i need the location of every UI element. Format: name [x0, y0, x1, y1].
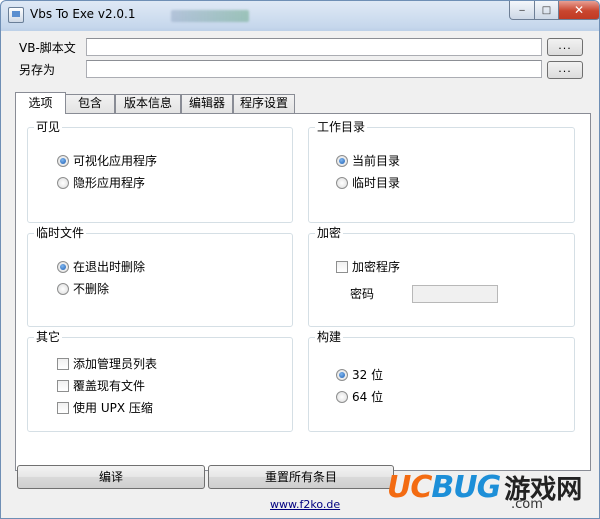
window-title: Vbs To Exe v2.0.1 — [30, 7, 136, 21]
build-64bit-radio[interactable]: 64 位 — [336, 390, 383, 404]
checkbox-unchecked-icon — [57, 380, 69, 392]
current-dir-label: 当前目录 — [352, 154, 401, 168]
encrypt-program-label: 加密程序 — [352, 260, 401, 274]
invisible-app-radio[interactable]: 隐形应用程序 — [57, 176, 145, 190]
workdir-group-title: 工作目录 — [315, 120, 368, 134]
watermark-uc: UC — [387, 469, 432, 505]
radio-selected-icon — [57, 261, 69, 273]
save-as-browse-button[interactable]: ... — [547, 61, 583, 79]
website-link[interactable]: www.f2ko.de — [270, 498, 340, 511]
tempfiles-group-title: 临时文件 — [34, 226, 87, 240]
other-group-title: 其它 — [34, 330, 63, 344]
overwrite-files-checkbox[interactable]: 覆盖现有文件 — [57, 379, 145, 393]
other-group: 其它 添加管理员列表 覆盖现有文件 使用 UPX 压缩 — [27, 330, 293, 432]
delete-on-exit-radio[interactable]: 在退出时删除 — [57, 260, 145, 274]
watermark-logo: UC BUG 游戏网 .com — [387, 459, 599, 515]
visual-app-radio[interactable]: 可视化应用程序 — [57, 154, 157, 168]
radio-unselected-icon — [336, 391, 348, 403]
build-32bit-label: 32 位 — [352, 368, 384, 382]
upx-compress-label: 使用 UPX 压缩 — [73, 401, 153, 415]
radio-selected-icon — [57, 155, 69, 167]
tab-include[interactable]: 包含 — [65, 94, 115, 113]
workdir-group: 工作目录 当前目录 临时目录 — [308, 120, 575, 223]
no-delete-radio[interactable]: 不删除 — [57, 282, 109, 296]
encrypt-group: 加密 加密程序 密码 — [308, 226, 575, 327]
build-32bit-radio[interactable]: 32 位 — [336, 368, 383, 382]
title-bar[interactable]: Vbs To Exe v2.0.1 ‒ □ ✕ — [1, 1, 599, 31]
script-browse-button[interactable]: ... — [547, 38, 583, 56]
current-dir-radio[interactable]: 当前目录 — [336, 154, 400, 168]
encrypt-group-title: 加密 — [315, 226, 344, 240]
build-group-title: 构建 — [315, 330, 344, 344]
tab-options[interactable]: 选项 — [15, 92, 66, 114]
no-delete-label: 不删除 — [73, 282, 110, 296]
visible-group: 可见 可视化应用程序 隐形应用程序 — [27, 120, 293, 223]
tempfiles-group: 临时文件 在退出时删除 不删除 — [27, 226, 293, 327]
build-64bit-label: 64 位 — [352, 390, 384, 404]
radio-unselected-icon — [336, 177, 348, 189]
script-file-label: VB-脚本文 — [19, 41, 76, 55]
tab-editor[interactable]: 编辑器 — [181, 94, 233, 113]
close-button[interactable]: ✕ — [558, 1, 599, 20]
tab-program-settings[interactable]: 程序设置 — [233, 94, 295, 113]
tab-version-info[interactable]: 版本信息 — [115, 94, 181, 113]
client-area: VB-脚本文 ... 另存为 ... 选项 包含 版本信息 编辑器 程序设置 可… — [9, 31, 593, 513]
save-as-label: 另存为 — [19, 63, 56, 77]
password-input[interactable] — [412, 285, 498, 303]
minimize-button[interactable]: ‒ — [509, 1, 535, 20]
watermark-domain: .com — [511, 497, 543, 512]
upx-compress-checkbox[interactable]: 使用 UPX 压缩 — [57, 401, 153, 415]
app-icon — [8, 7, 24, 23]
radio-unselected-icon — [57, 177, 69, 189]
temp-dir-label: 临时目录 — [352, 176, 401, 190]
script-file-input[interactable] — [86, 38, 542, 56]
checkbox-unchecked-icon — [57, 358, 69, 370]
invisible-app-label: 隐形应用程序 — [73, 176, 146, 190]
maximize-button[interactable]: □ — [534, 1, 559, 20]
reset-all-button[interactable]: 重置所有条目 — [208, 465, 394, 489]
build-group: 构建 32 位 64 位 — [308, 330, 575, 432]
overwrite-files-label: 覆盖现有文件 — [73, 379, 146, 393]
checkbox-unchecked-icon — [57, 402, 69, 414]
compile-button[interactable]: 编译 — [17, 465, 205, 489]
options-tab-panel: 可见 可视化应用程序 隐形应用程序 工作目录 当前目录 临时目录 临时文件 在退… — [15, 113, 591, 471]
checkbox-unchecked-icon — [336, 261, 348, 273]
save-as-input[interactable] — [86, 60, 542, 78]
add-admin-list-checkbox[interactable]: 添加管理员列表 — [57, 357, 157, 371]
blurred-title-region — [171, 10, 249, 22]
app-window: Vbs To Exe v2.0.1 ‒ □ ✕ VB-脚本文 ... 另存为 .… — [0, 0, 600, 519]
temp-dir-radio[interactable]: 临时目录 — [336, 176, 400, 190]
watermark-bug: BUG — [431, 469, 501, 505]
radio-unselected-icon — [57, 283, 69, 295]
visual-app-label: 可视化应用程序 — [73, 154, 158, 168]
radio-selected-icon — [336, 155, 348, 167]
radio-selected-icon — [336, 369, 348, 381]
encrypt-program-checkbox[interactable]: 加密程序 — [336, 260, 400, 274]
delete-on-exit-label: 在退出时删除 — [73, 260, 146, 274]
visible-group-title: 可见 — [34, 120, 63, 134]
password-label: 密码 — [350, 287, 375, 301]
add-admin-list-label: 添加管理员列表 — [73, 357, 158, 371]
